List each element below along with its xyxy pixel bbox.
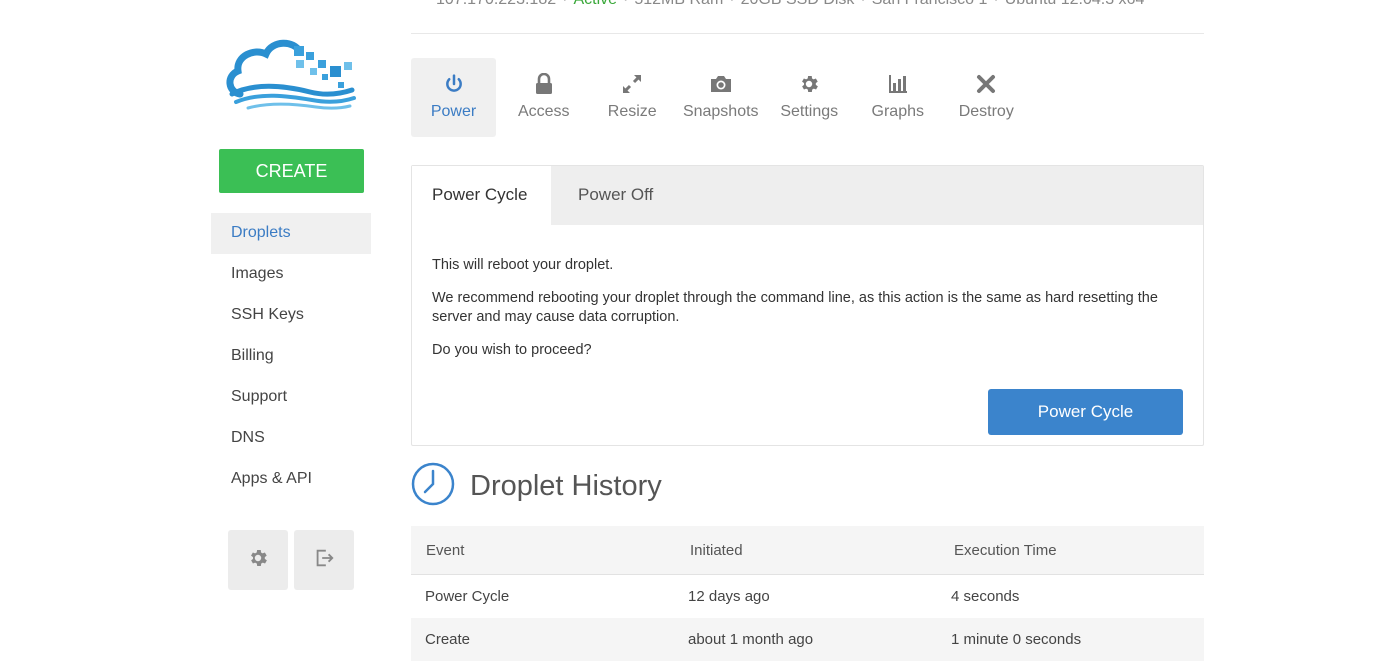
column-header-event: Event [426, 541, 465, 559]
tab-settings[interactable]: Settings [765, 58, 854, 137]
tab-access-label: Access [517, 103, 570, 120]
sidebar-item-dns[interactable]: DNS [211, 418, 371, 459]
droplet-region: San Francisco 1 [872, 0, 988, 8]
execution-time-cell: 4 seconds [951, 588, 1020, 605]
droplet-status: Active [573, 0, 617, 8]
table-row: Power Cycle 12 days ago 4 seconds [411, 575, 1204, 618]
power-panel: Power Cycle Power Off This will reboot y… [411, 165, 1204, 446]
sidebar-item-droplets[interactable]: Droplets [211, 213, 371, 254]
logout-button[interactable] [294, 530, 354, 590]
sidebar-item-apps-api[interactable]: Apps & API [211, 459, 371, 500]
bar-chart-icon [888, 72, 908, 96]
execution-time-cell: 1 minute 0 seconds [951, 631, 1082, 648]
tab-resize-label: Resize [607, 103, 657, 120]
column-header-initiated: Initiated [690, 541, 743, 559]
reboot-notice: This will reboot your droplet. [432, 257, 614, 273]
sidebar-nav: Droplets Images SSH Keys Billing Support… [211, 213, 371, 500]
resize-icon [621, 72, 643, 96]
clock-icon [411, 462, 455, 511]
droplet-image: Ubuntu 12.04.3 x64 [1005, 0, 1145, 8]
history-header: Droplet History [411, 462, 662, 511]
table-row: Create about 1 month ago 1 minute 0 seco… [411, 618, 1204, 661]
camera-icon [709, 72, 733, 96]
droplet-ip: 107.170.223.182 [436, 0, 556, 8]
droplet-ram: 512MB Ram [634, 0, 723, 8]
tab-power-cycle[interactable]: Power Cycle [412, 166, 551, 225]
history-table: Event Initiated Execution Time Power Cyc… [411, 526, 1204, 661]
droplet-action-tabs: Power Access Resize Snapshots Settings G… [411, 58, 1031, 137]
reboot-recommendation: We recommend rebooting your droplet thro… [432, 290, 1158, 325]
logout-icon [313, 547, 335, 574]
tab-graphs[interactable]: Graphs [854, 58, 943, 137]
divider [411, 33, 1204, 34]
create-button[interactable]: CREATE [219, 149, 364, 193]
tab-destroy[interactable]: Destroy [942, 58, 1031, 137]
sidebar-item-billing[interactable]: Billing [211, 336, 371, 377]
initiated-cell: about 1 month ago [688, 631, 814, 648]
initiated-cell: 12 days ago [688, 588, 770, 605]
sidebar-item-support[interactable]: Support [211, 377, 371, 418]
power-cycle-button[interactable]: Power Cycle [988, 389, 1183, 435]
close-icon [976, 72, 996, 96]
column-header-execution-time: Execution Time [954, 541, 1057, 559]
droplet-disk: 20GB SSD Disk [741, 0, 855, 8]
power-panel-tabs: Power Cycle Power Off [412, 166, 1203, 225]
tab-power-label: Power [430, 103, 477, 120]
event-cell: Create [425, 631, 471, 648]
logo[interactable] [226, 36, 358, 112]
proceed-question: Do you wish to proceed? [432, 342, 592, 358]
gear-icon [798, 72, 820, 96]
lock-icon [535, 72, 553, 96]
power-icon [444, 72, 464, 96]
tab-settings-label: Settings [780, 103, 839, 120]
tab-graphs-label: Graphs [871, 103, 924, 120]
account-settings-button[interactable] [228, 530, 288, 590]
tab-access[interactable]: Access [500, 58, 589, 137]
droplet-info-bar: 107.170.223.182·Active·512MB Ram·20GB SS… [436, 0, 1144, 9]
history-title: Droplet History [470, 469, 662, 502]
tab-resize[interactable]: Resize [588, 58, 677, 137]
tab-destroy-label: Destroy [958, 103, 1014, 120]
gear-icon [247, 547, 269, 574]
tab-snapshots-label: Snapshots [682, 103, 759, 120]
sidebar-item-images[interactable]: Images [211, 254, 371, 295]
table-header-row: Event Initiated Execution Time [411, 526, 1204, 575]
power-panel-body: This will reboot your droplet. We recomm… [412, 225, 1203, 360]
tab-power[interactable]: Power [411, 58, 496, 137]
tab-power-off[interactable]: Power Off [551, 166, 673, 225]
tab-snapshots[interactable]: Snapshots [677, 58, 766, 137]
sidebar-item-ssh-keys[interactable]: SSH Keys [211, 295, 371, 336]
event-cell: Power Cycle [425, 588, 510, 605]
